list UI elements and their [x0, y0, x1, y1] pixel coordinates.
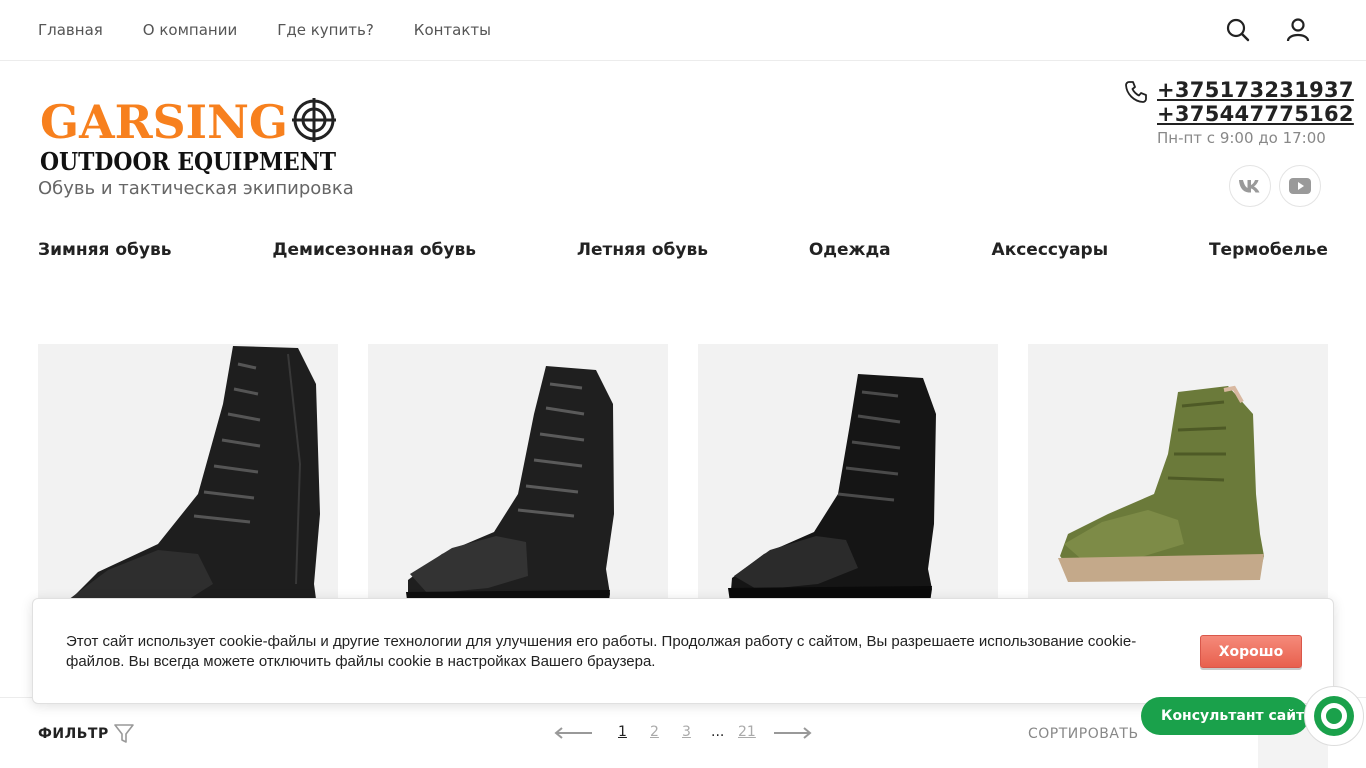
- category-demi-season-shoes[interactable]: Демисезонная обувь: [272, 240, 476, 260]
- category-winter-shoes[interactable]: Зимняя обувь: [38, 240, 172, 260]
- logo-top-text: GARSING: [40, 95, 288, 149]
- user-icon[interactable]: [1285, 17, 1311, 43]
- prev-page-arrow-icon[interactable]: [554, 725, 594, 741]
- next-page-arrow-icon[interactable]: [772, 725, 812, 741]
- youtube-link[interactable]: [1279, 165, 1321, 207]
- page-21[interactable]: 21: [738, 724, 756, 740]
- chat-ring-icon: [1314, 696, 1354, 736]
- cookie-accept-button[interactable]: Хорошо: [1200, 635, 1302, 668]
- top-nav-where-to-buy[interactable]: Где купить?: [277, 21, 374, 39]
- category-nav: Зимняя обувь Демисезонная обувь Летняя о…: [38, 240, 1328, 260]
- search-icon[interactable]: [1225, 17, 1251, 43]
- garsing-logo[interactable]: GARSING OUTDOOR EQUIPMENT: [38, 94, 340, 174]
- phone-icon: [1125, 81, 1147, 103]
- page-2[interactable]: 2: [650, 724, 659, 740]
- filter-button[interactable]: ФИЛЬТР: [38, 726, 109, 742]
- category-summer-shoes[interactable]: Летняя обувь: [577, 240, 708, 260]
- crosshair-icon: [292, 98, 336, 142]
- phone-number-1[interactable]: +375173231937: [1157, 78, 1354, 102]
- top-nav-about[interactable]: О компании: [143, 21, 237, 39]
- youtube-icon: [1289, 178, 1311, 194]
- cookie-banner: Этот сайт использует cookie-файлы и друг…: [32, 598, 1334, 704]
- category-thermal-underwear[interactable]: Термобелье: [1209, 240, 1328, 260]
- site-tagline: Обувь и тактическая экипировка: [38, 178, 354, 199]
- vk-icon: [1239, 180, 1260, 193]
- top-nav-home[interactable]: Главная: [38, 21, 103, 39]
- page-3[interactable]: 3: [682, 724, 691, 740]
- category-clothing[interactable]: Одежда: [809, 240, 891, 260]
- vk-link[interactable]: [1229, 165, 1271, 207]
- sort-button[interactable]: СОРТИРОВАТЬ: [1028, 726, 1139, 742]
- consultant-chat-button[interactable]: Консультант сайта: [1141, 697, 1314, 735]
- top-nav-contacts[interactable]: Контакты: [414, 21, 491, 39]
- page-ellipsis: ...: [711, 724, 725, 740]
- working-hours: Пн-пт с 9:00 до 17:00: [1157, 129, 1326, 147]
- cookie-banner-text: Этот сайт использует cookie-файлы и друг…: [66, 633, 1137, 670]
- filter-icon[interactable]: [113, 722, 135, 744]
- top-nav: Главная О компании Где купить? Контакты: [38, 21, 531, 39]
- phone-number-2[interactable]: +375447775162: [1157, 102, 1354, 126]
- consultant-chat-icon[interactable]: [1304, 686, 1364, 746]
- category-accessories[interactable]: Аксессуары: [992, 240, 1109, 260]
- page-1[interactable]: 1: [618, 724, 627, 740]
- logo-bottom-text: OUTDOOR EQUIPMENT: [40, 147, 336, 174]
